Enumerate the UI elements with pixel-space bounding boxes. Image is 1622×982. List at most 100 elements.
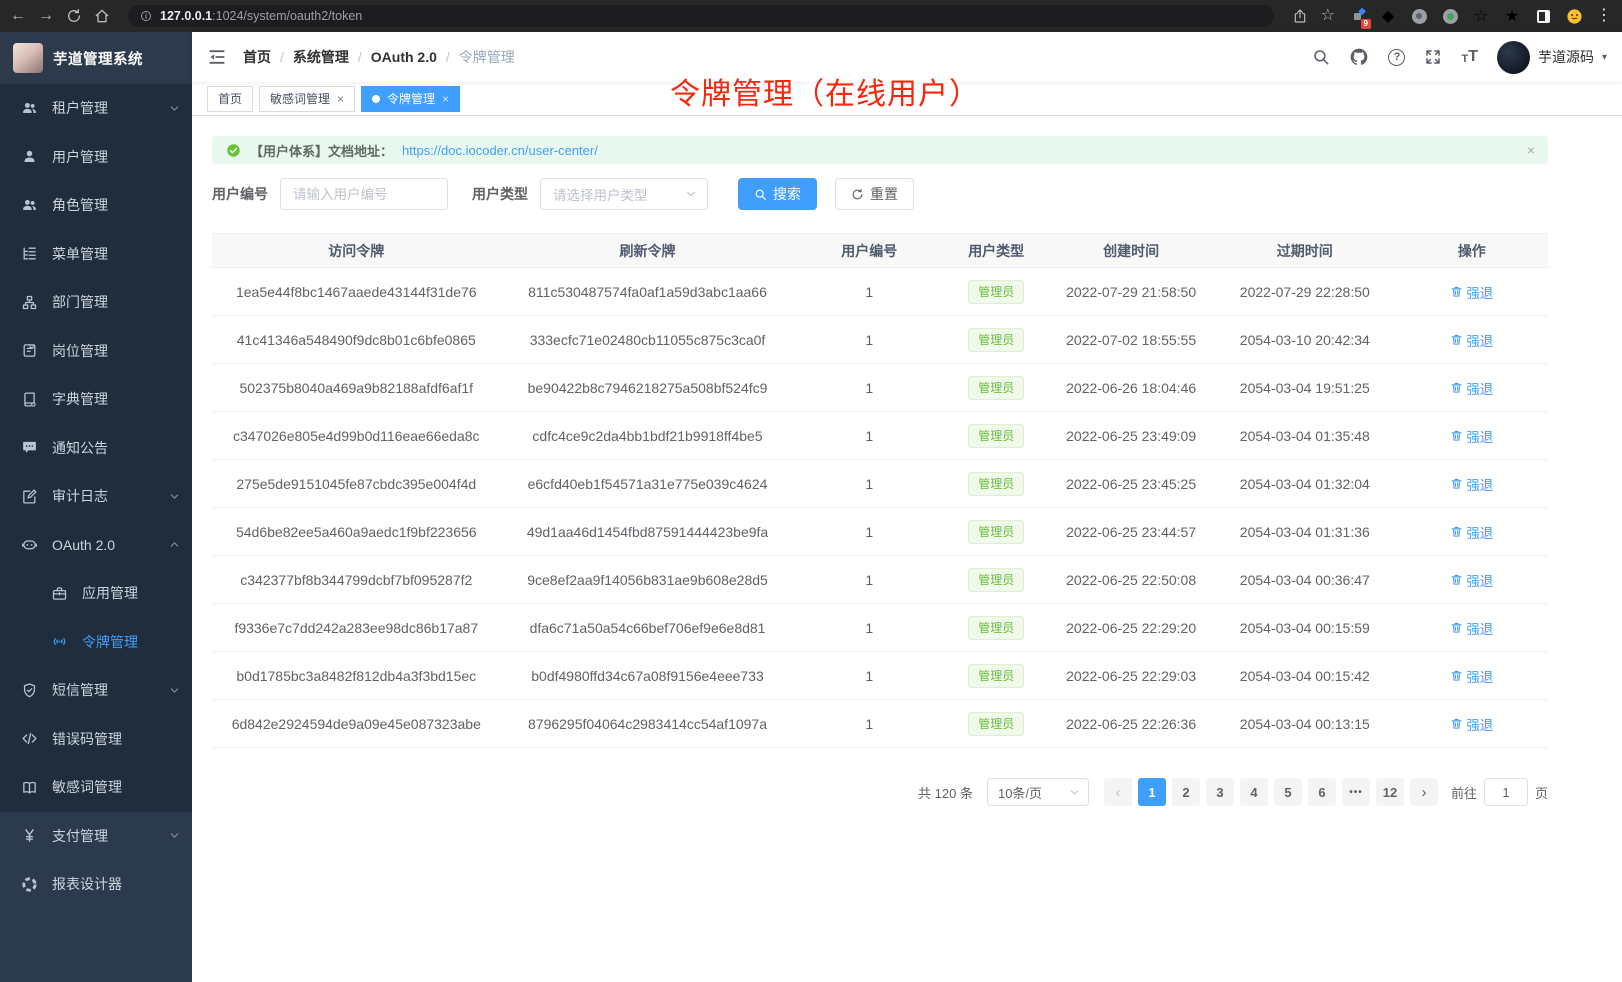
access-token-cell: 6d842e2924594de9a09e45e087323abe <box>212 700 501 748</box>
search-icon[interactable] <box>1312 48 1330 66</box>
more-pages-button[interactable]: ••• <box>1342 778 1370 806</box>
goto-page-input[interactable] <box>1484 778 1528 806</box>
force-logout-button[interactable]: 强退 <box>1450 282 1493 302</box>
table-row: 1ea5e44f8bc1467aaede43144f31de76811c5304… <box>212 268 1548 316</box>
page-button[interactable]: 1 <box>1138 778 1166 806</box>
reset-button[interactable]: 重置 <box>835 178 914 210</box>
sidebar-item[interactable]: 菜单管理 <box>0 230 192 279</box>
sidebar-item[interactable]: 部门管理 <box>0 278 192 327</box>
tab-label: 令牌管理 <box>387 90 435 107</box>
next-page-button[interactable]: › <box>1410 778 1438 806</box>
page-button[interactable]: 6 <box>1308 778 1336 806</box>
sidebar-item[interactable]: 报表设计器 <box>0 860 192 909</box>
back-icon[interactable]: ← <box>10 8 26 24</box>
breadcrumb-item[interactable]: OAuth 2.0 <box>371 49 437 65</box>
help-icon[interactable]: ? <box>1388 49 1405 66</box>
refresh-token-cell: 333ecfc71e02480cb11055c875c3ca0f <box>501 316 795 364</box>
force-logout-button[interactable]: 强退 <box>1450 522 1493 542</box>
bookmark-star-icon[interactable]: ☆ <box>1321 8 1335 24</box>
table-row: 275e5de9151045fe87cbdc395e004f4de6cfd40e… <box>212 460 1548 508</box>
sidebar-item[interactable]: 令牌管理 <box>0 618 192 667</box>
app-logo[interactable]: 芋道管理系统 <box>0 32 192 84</box>
expire-time-cell: 2054-03-04 00:36:47 <box>1214 556 1396 604</box>
sidebar-item[interactable]: 支付管理 <box>0 812 192 861</box>
column-header: 创建时间 <box>1048 234 1214 268</box>
sidebar-item[interactable]: 敏感词管理 <box>0 763 192 812</box>
sidebar-item-label: 报表设计器 <box>52 874 180 894</box>
reload-icon[interactable] <box>66 8 82 24</box>
breadcrumb-item[interactable]: 系统管理 <box>293 47 349 67</box>
sidebar-item[interactable]: 错误码管理 <box>0 715 192 764</box>
page-button[interactable]: 12 <box>1376 778 1404 806</box>
github-icon[interactable] <box>1349 47 1369 67</box>
sidebar-item[interactable]: 租户管理 <box>0 84 192 133</box>
sidebar-item[interactable]: 审计日志 <box>0 472 192 521</box>
tab-敏感词管理[interactable]: 敏感词管理 × <box>259 86 355 112</box>
user-type-select[interactable]: 请选择用户类型 <box>540 178 708 210</box>
page-button[interactable]: 2 <box>1172 778 1200 806</box>
force-logout-button[interactable]: 强退 <box>1450 714 1493 734</box>
user-id-cell: 1 <box>794 556 944 604</box>
sidebar-item[interactable]: 字典管理 <box>0 375 192 424</box>
hamburger-icon[interactable] <box>207 47 227 67</box>
fullscreen-icon[interactable] <box>1424 48 1442 66</box>
extension-grid-icon[interactable]: ◆9 <box>1348 7 1366 25</box>
green-dot-extension-icon[interactable] <box>1441 7 1459 25</box>
breadcrumb-item[interactable]: 首页 <box>243 47 271 67</box>
column-header: 刷新令牌 <box>501 234 795 268</box>
font-size-icon[interactable]: TT <box>1461 49 1478 65</box>
tab-首页[interactable]: 首页 <box>207 86 253 112</box>
sidebar-item[interactable]: 短信管理 <box>0 666 192 715</box>
forward-icon[interactable]: → <box>38 8 54 24</box>
sidebar-item[interactable]: 岗位管理 <box>0 327 192 376</box>
user-dropdown[interactable]: 芋道源码 ▾ <box>1497 41 1607 74</box>
force-logout-button[interactable]: 强退 <box>1450 666 1493 686</box>
force-logout-button[interactable]: 强退 <box>1450 330 1493 350</box>
page-button[interactable]: 3 <box>1206 778 1234 806</box>
code-icon <box>20 730 38 747</box>
gem-extension-icon[interactable]: ◆ <box>1379 7 1397 25</box>
user-id-input[interactable] <box>280 178 448 210</box>
search-button[interactable]: 搜索 <box>738 178 817 210</box>
page-size-select[interactable]: 10条/页 <box>987 778 1089 806</box>
force-logout-button[interactable]: 强退 <box>1450 426 1493 446</box>
action-label: 强退 <box>1466 426 1493 446</box>
created-time-cell: 2022-06-25 23:49:09 <box>1048 412 1214 460</box>
side-panel-icon[interactable] <box>1534 7 1552 25</box>
close-icon[interactable]: × <box>1527 142 1535 158</box>
kebab-menu-icon[interactable]: ⋮ <box>1596 8 1612 24</box>
close-icon[interactable]: × <box>442 92 449 106</box>
force-logout-button[interactable]: 强退 <box>1450 570 1493 590</box>
gray-circle-extension-icon[interactable] <box>1410 7 1428 25</box>
org-icon <box>20 294 38 311</box>
close-icon[interactable]: × <box>337 92 344 106</box>
prev-page-button[interactable]: ‹ <box>1104 778 1132 806</box>
force-logout-button[interactable]: 强退 <box>1450 474 1493 494</box>
url-bar[interactable]: 127.0.0.1:1024/system/oauth2/token <box>128 5 1274 27</box>
info-icon[interactable] <box>140 10 152 22</box>
tab-label: 敏感词管理 <box>270 90 330 107</box>
sidebar-item[interactable]: 用户管理 <box>0 133 192 182</box>
sidebar-item-label: 错误码管理 <box>52 729 180 749</box>
user-id-cell: 1 <box>794 700 944 748</box>
force-logout-button[interactable]: 强退 <box>1450 618 1493 638</box>
green-star-extension-icon[interactable]: ☆ <box>1472 7 1490 25</box>
success-check-icon <box>226 143 241 158</box>
doc-link[interactable]: https://doc.iocoder.cn/user-center/ <box>402 143 598 158</box>
sidebar-item-label: 敏感词管理 <box>52 777 180 797</box>
share-icon[interactable] <box>1292 8 1308 24</box>
pagination: 共 120 条 10条/页 ‹ 123456•••12 › 前往 页 <box>212 778 1548 806</box>
force-logout-button[interactable]: 强退 <box>1450 378 1493 398</box>
sidebar-item[interactable]: 角色管理 <box>0 181 192 230</box>
profile-emoji-icon[interactable] <box>1565 7 1583 25</box>
white-star-extension-icon[interactable]: ★ <box>1503 7 1521 25</box>
tab-令牌管理[interactable]: 令牌管理 × <box>361 86 460 112</box>
home-icon[interactable] <box>94 8 110 24</box>
page-size-value: 10条/页 <box>998 783 1042 802</box>
page-button[interactable]: 5 <box>1274 778 1302 806</box>
sidebar-item[interactable]: OAuth 2.0 <box>0 521 192 570</box>
sidebar-item[interactable]: 应用管理 <box>0 569 192 618</box>
sidebar-item[interactable]: 通知公告 <box>0 424 192 473</box>
page-button[interactable]: 4 <box>1240 778 1268 806</box>
sidebar-item-label: 字典管理 <box>52 389 180 409</box>
